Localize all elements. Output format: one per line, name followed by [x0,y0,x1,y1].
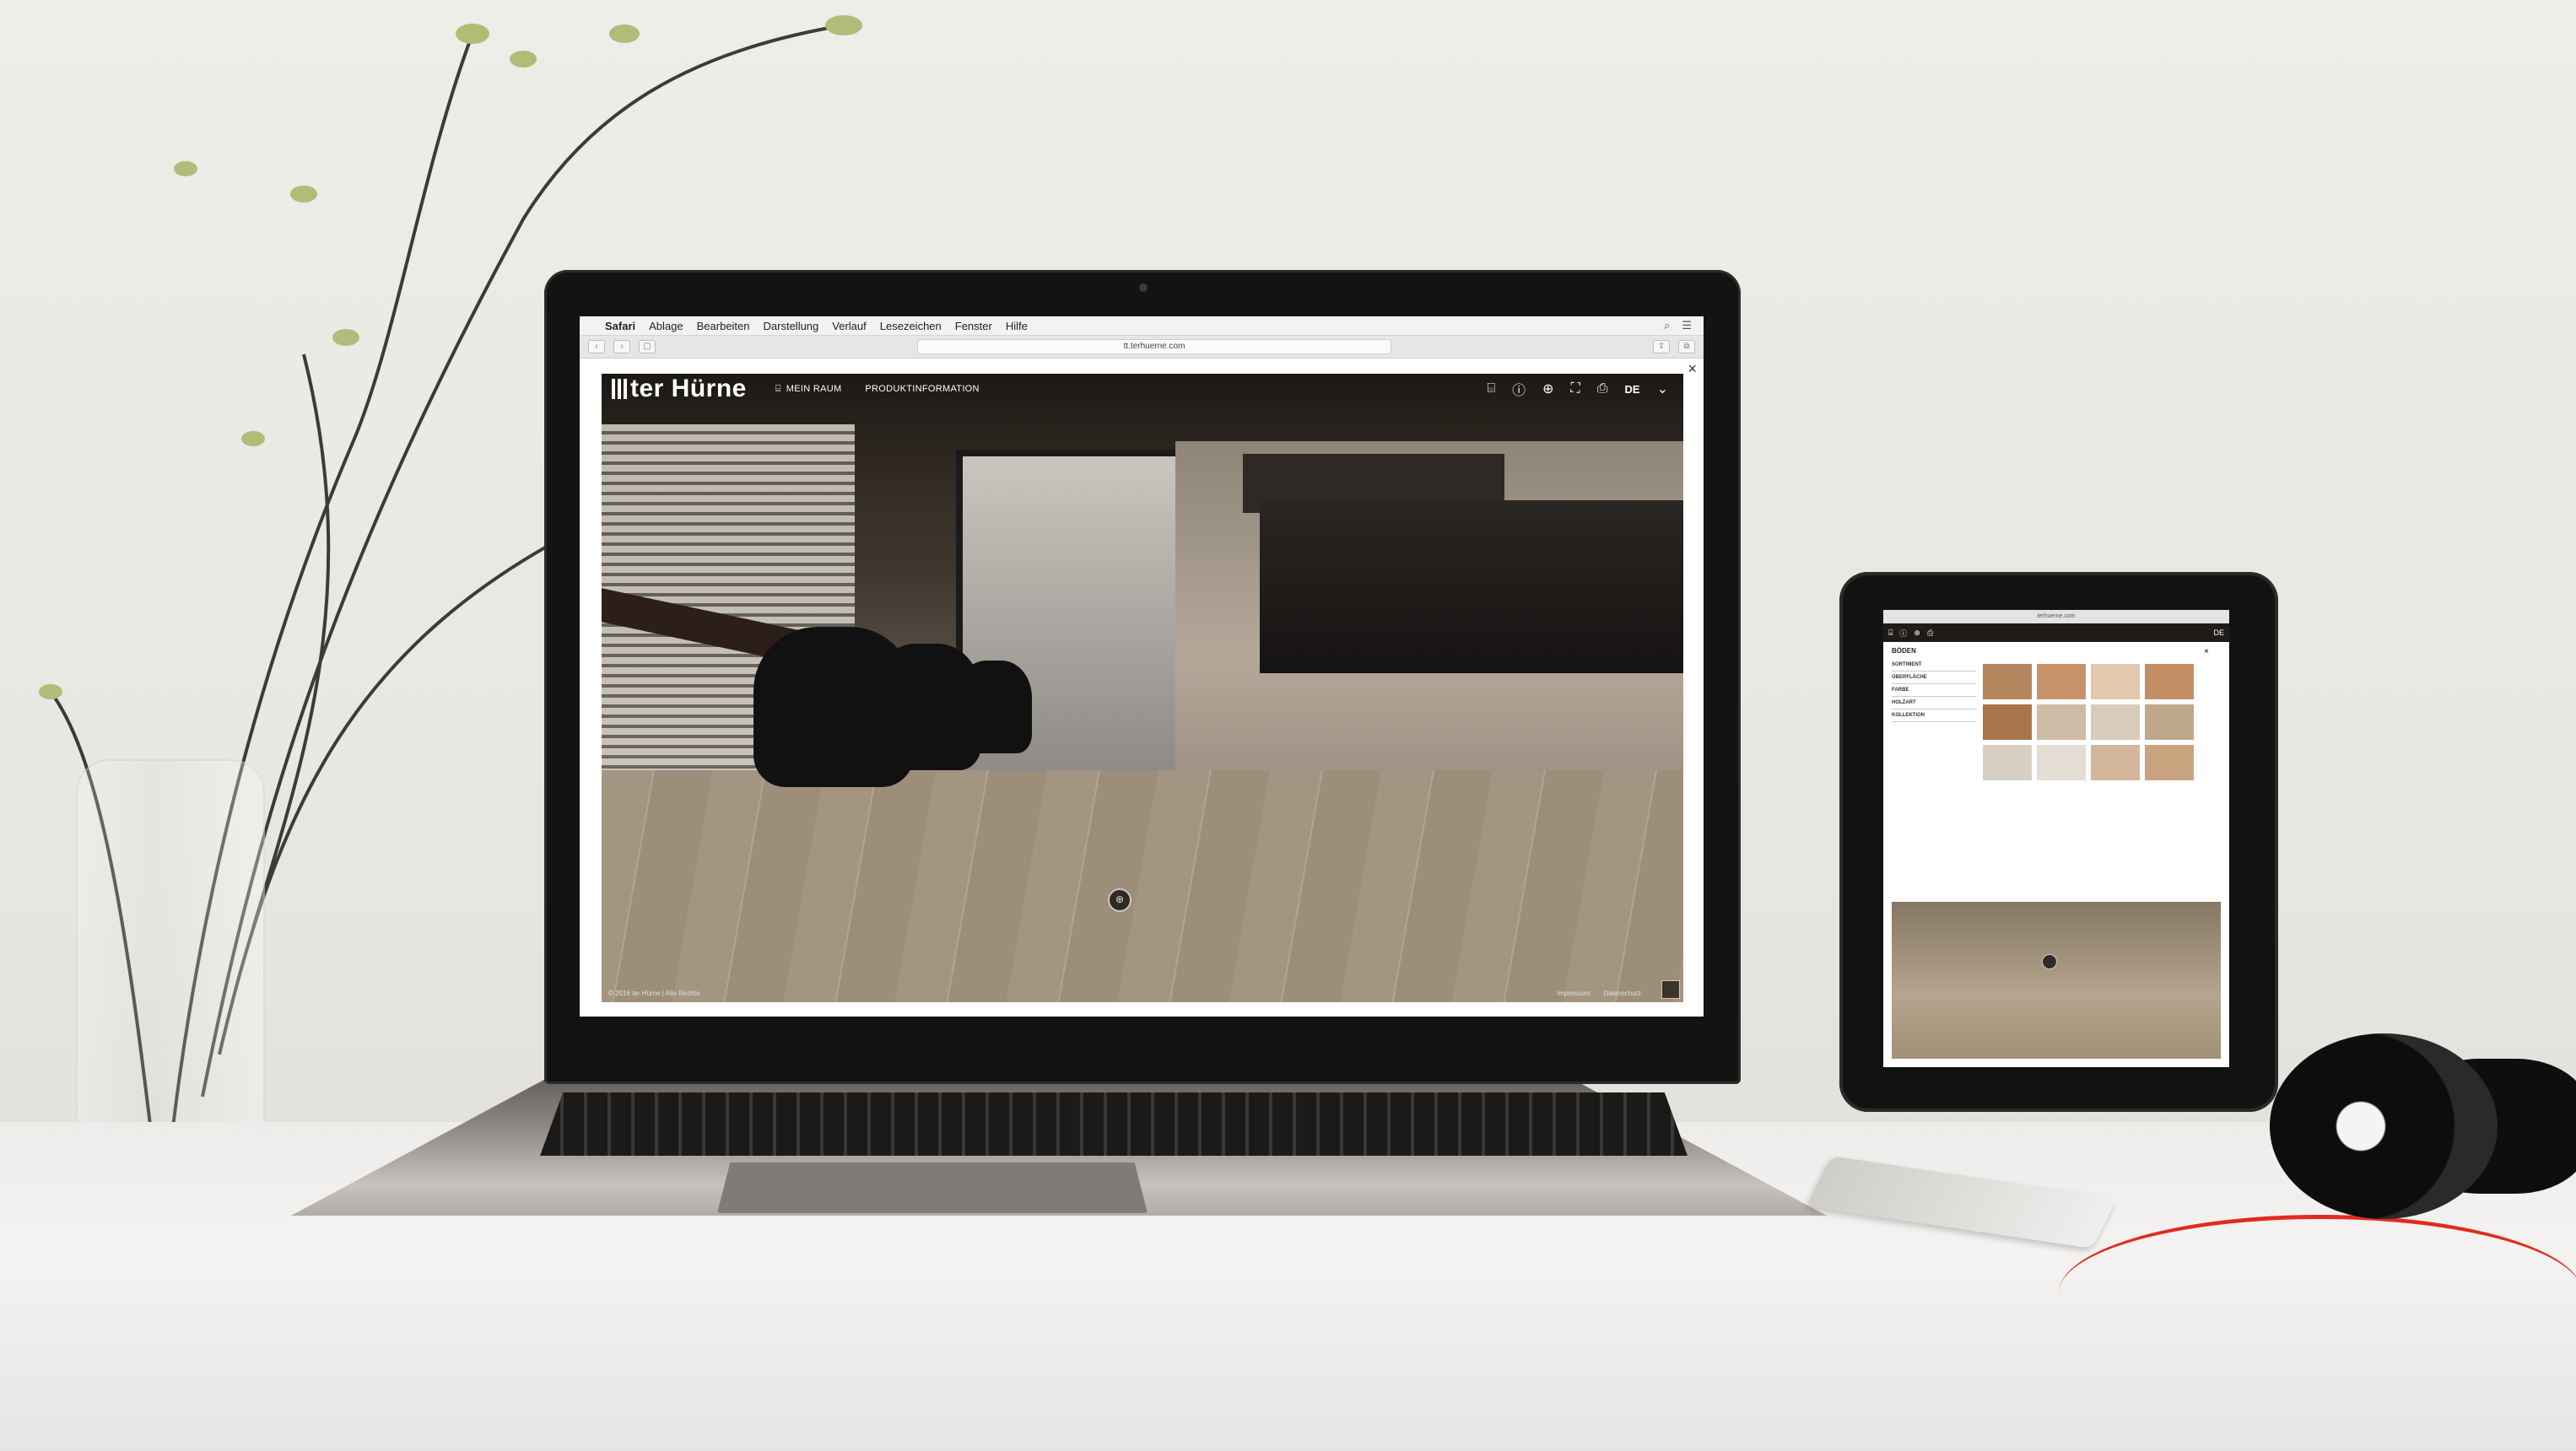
filter-kollektion[interactable]: KOLLEKTION [1892,709,1976,722]
info-icon[interactable]: ⓘ [1512,379,1526,399]
room-cabinet [1260,500,1683,673]
logo-mark [612,379,627,399]
menu-fenster[interactable]: Fenster [955,320,992,332]
floor-swatch[interactable] [2091,704,2140,740]
camera-icon[interactable]: ⌸ [1888,628,1893,638]
menu-lesezeichen[interactable]: Lesezeichen [880,320,942,332]
print-icon[interactable]: ⎙ [1927,628,1933,638]
close-icon[interactable]: × [2204,647,2209,656]
laptop-screen: Safari Ablage Bearbeiten Darstellung Ver… [580,316,1704,1017]
info-icon[interactable]: ⓘ [1899,628,1907,639]
menu-ablage[interactable]: Ablage [649,320,683,332]
tablet-screen: terhuerne.com ⌸ ⓘ ⊕ ⎙ DE BÖDEN × SORTIME… [1883,610,2229,1067]
nav-produktinformation[interactable]: PRODUKTINFORMATION [865,384,979,394]
floor-swatch[interactable] [2037,664,2086,699]
filter-sortiment[interactable]: SORTIMENT [1892,659,1976,672]
panel-title: BÖDEN [1892,647,1916,655]
expand-button[interactable] [1661,980,1680,999]
footer-links: Impressum Datenschutz [1557,990,1641,997]
camera-icon: ⌸ [775,383,781,394]
chevron-down-icon[interactable]: ⌄ [1657,380,1668,397]
mac-menubar: Safari Ablage Bearbeiten Darstellung Ver… [580,316,1704,336]
datenschutz-link[interactable]: Datenschutz [1604,990,1641,997]
menu-safari[interactable]: Safari [605,320,635,332]
back-button[interactable]: ‹ [588,340,605,353]
tablet-address-bar[interactable]: terhuerne.com [1883,610,2229,623]
photo-scene: Safari Ablage Bearbeiten Darstellung Ver… [0,0,2576,1451]
floor-swatch[interactable] [2145,664,2194,699]
tablet-room-preview[interactable] [1892,902,2221,1059]
laptop-lid: Safari Ablage Bearbeiten Darstellung Ver… [544,270,1741,1084]
logo-text: ter Hürne [630,375,747,402]
nav-mein-raum-label: MEIN RAUM [786,384,842,394]
camera-icon[interactable]: ⌸ [1487,381,1495,396]
menu-darstellung[interactable]: Darstellung [764,320,819,332]
room-floor [602,770,1683,1002]
menu-hilfe[interactable]: Hilfe [1006,320,1028,332]
sidebar-button[interactable]: ▢ [639,340,656,353]
room-chair [956,661,1032,753]
impressum-link[interactable]: Impressum [1557,990,1590,997]
app-header: ter Hürne ⌸ MEIN RAUM PRODUKTINFORMATION… [602,374,1683,404]
floor-swatch[interactable] [1983,745,2032,780]
floor-swatch[interactable] [2037,745,2086,780]
laptop-camera [1139,283,1148,292]
filter-list: SORTIMENT OBERFLÄCHE FARBE HOLZART KOLLE… [1892,659,1976,722]
copyright-text: © 2016 ter Hürne | Alle Rechte [608,990,700,997]
headphone-earcup [2270,1033,2498,1219]
hotspot-icon[interactable]: ⊕ [1108,888,1131,912]
share-button[interactable]: ⇪ [1653,340,1670,353]
list-icon[interactable]: ☰ [1682,319,1692,332]
floor-selector-panel: BÖDEN × SORTIMENT OBERFLÄCHE FARBE HOLZA… [1892,647,2212,875]
zoom-icon[interactable]: ⊕ [1914,628,1920,638]
floor-swatch-grid [1983,664,2194,780]
room-viewer[interactable]: ter Hürne ⌸ MEIN RAUM PRODUKTINFORMATION… [602,374,1683,1002]
forward-button[interactable]: › [613,340,630,353]
menubar-status-icons: ⌕ ☰ [1664,319,1704,332]
search-icon[interactable]: ⌕ [1664,319,1670,332]
language-selector[interactable]: DE [1625,383,1640,396]
floor-swatch[interactable] [2145,745,2194,780]
nav-mein-raum[interactable]: ⌸ MEIN RAUM [775,384,842,395]
close-icon[interactable]: × [1688,360,1697,378]
header-tools: ⌸ ⓘ ⊕ ⛶ ⎙ DE ⌄ [1487,379,1683,399]
menu-verlauf[interactable]: Verlauf [832,320,866,332]
print-icon[interactable]: ⎙ [1597,381,1608,396]
laptop-keyboard [540,1092,1688,1156]
filter-oberflaeche[interactable]: OBERFLÄCHE [1892,672,1976,684]
tablet-toolbar: ⌸ ⓘ ⊕ ⎙ DE [1883,623,2229,642]
laptop-touchpad [717,1162,1148,1213]
filter-farbe[interactable]: FARBE [1892,684,1976,697]
menu-bearbeiten[interactable]: Bearbeiten [697,320,750,332]
hotspot-icon[interactable] [2042,954,2057,969]
floor-swatch[interactable] [1983,704,2032,740]
safari-toolbar: ‹ › ▢ tt.terhuerne.com ⇪ ⧉ [580,336,1704,359]
tablet-device: terhuerne.com ⌸ ⓘ ⊕ ⎙ DE BÖDEN × SORTIME… [1839,572,2278,1112]
nav-produktinformation-label: PRODUKTINFORMATION [865,384,980,394]
floor-swatch[interactable] [1983,664,2032,699]
brand-logo[interactable]: ter Hürne [612,375,747,403]
red-cable [2059,1215,2576,1371]
floor-swatch[interactable] [2145,704,2194,740]
address-bar[interactable]: tt.terhuerne.com [917,339,1391,354]
floor-swatch[interactable] [2037,704,2086,740]
floor-swatch[interactable] [2091,745,2140,780]
fullscreen-icon[interactable]: ⛶ [1571,381,1580,396]
zoom-icon[interactable]: ⊕ [1542,380,1553,397]
tablet-language[interactable]: DE [2213,628,2224,637]
tabs-button[interactable]: ⧉ [1678,340,1695,353]
filter-holzart[interactable]: HOLZART [1892,697,1976,709]
floor-swatch[interactable] [2091,664,2140,699]
